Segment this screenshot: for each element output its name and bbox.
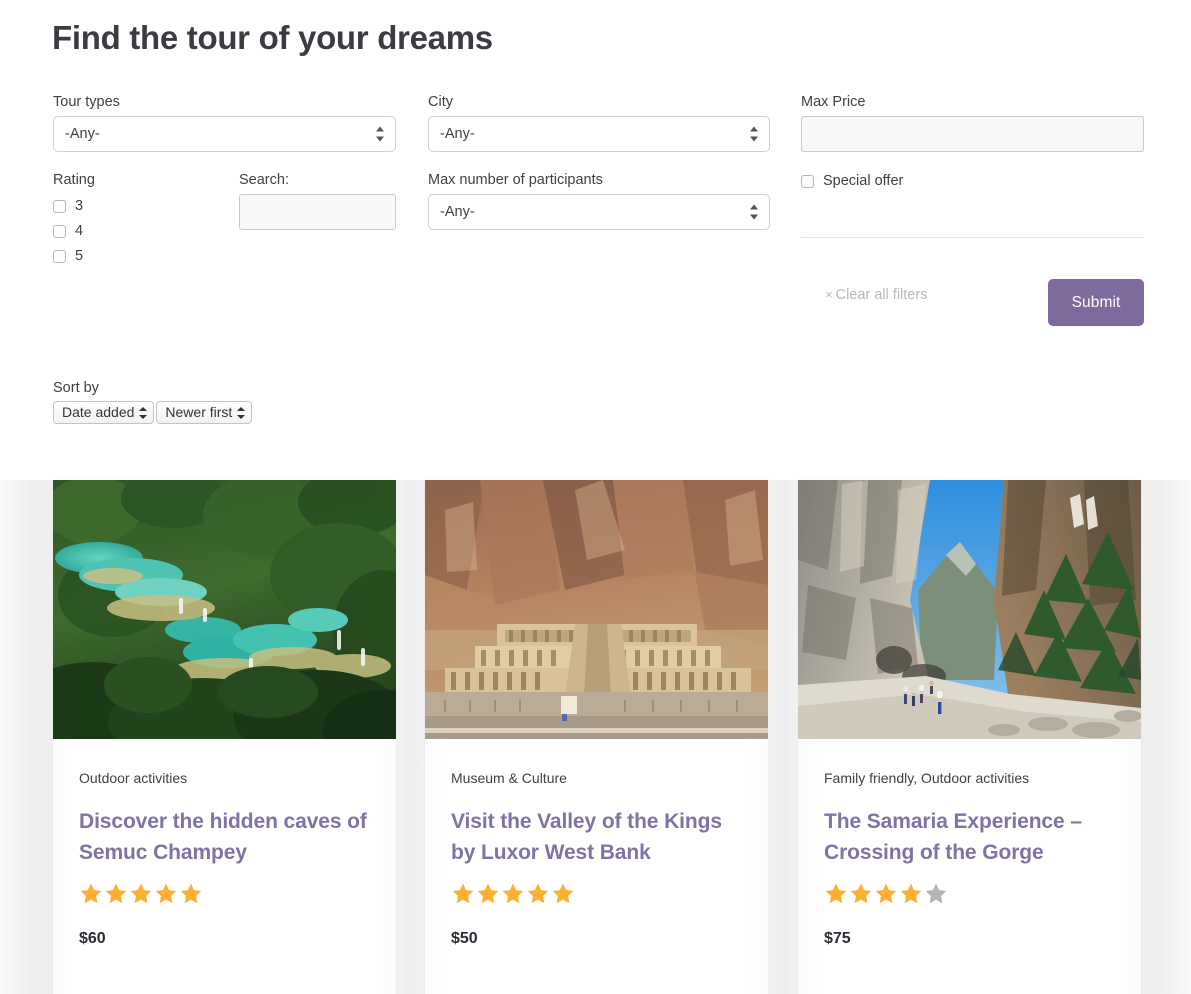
star-filled-icon — [179, 882, 203, 905]
samaria-gorge-hikers-canyon-image[interactable] — [798, 480, 1141, 739]
rating-option-4-label: 4 — [75, 222, 83, 240]
star-empty-icon — [924, 882, 948, 905]
filter-special-offer[interactable]: Special offer — [801, 170, 903, 192]
tour-card-title-link[interactable]: The Samaria Experience – Crossing of the… — [824, 806, 1115, 868]
city-select[interactable]: -Any- — [428, 116, 770, 152]
star-filled-icon — [526, 882, 550, 905]
temple-of-hatshepsut-luxor-cliffs-image[interactable] — [425, 480, 768, 739]
sort-controls: Sort by Date added Newer first — [53, 378, 252, 424]
star-filled-icon — [849, 882, 873, 905]
tour-card-price: $50 — [451, 928, 742, 950]
special-offer-label: Special offer — [823, 172, 903, 190]
star-filled-icon — [129, 882, 153, 905]
rating-option-3-label: 3 — [75, 197, 83, 215]
tour-card-price: $60 — [79, 928, 370, 950]
max-participants-select-value[interactable]: -Any- — [428, 194, 770, 230]
tour-card-price: $75 — [824, 928, 1115, 950]
search-label: Search: — [239, 170, 396, 190]
grid-gutter — [0, 480, 53, 994]
select-updown-icon — [139, 406, 147, 420]
select-updown-icon — [237, 406, 245, 420]
filter-tour-types: Tour types -Any- — [53, 92, 396, 152]
filter-divider — [801, 237, 1144, 238]
tour-card-category: Museum & Culture — [451, 769, 742, 788]
rating-stars — [79, 882, 370, 906]
checkbox-icon[interactable] — [53, 225, 66, 238]
tour-search-page: Find the tour of your dreams Tour types … — [0, 0, 1191, 994]
tour-card[interactable]: Outdoor activities Discover the hidden c… — [53, 480, 396, 994]
sort-order-value: Newer first — [165, 404, 232, 420]
checkbox-icon[interactable] — [53, 250, 66, 263]
results-grid: Outdoor activities Discover the hidden c… — [0, 452, 1191, 994]
page-title: Find the tour of your dreams — [52, 16, 493, 60]
checkbox-icon[interactable] — [801, 175, 814, 188]
rating-stars — [824, 882, 1115, 906]
star-filled-icon — [476, 882, 500, 905]
sort-field-value: Date added — [62, 404, 134, 420]
tour-card[interactable]: Museum & Culture Visit the Valley of the… — [425, 480, 768, 994]
star-filled-icon — [551, 882, 575, 905]
sort-order-select[interactable]: Newer first — [156, 401, 252, 424]
sort-by-label: Sort by — [53, 378, 252, 398]
tour-card-title-link[interactable]: Visit the Valley of the Kings by Luxor W… — [451, 806, 742, 868]
max-participants-select[interactable]: -Any- — [428, 194, 770, 230]
rating-option-5-label: 5 — [75, 247, 83, 265]
tour-card-category: Outdoor activities — [79, 769, 370, 788]
sort-field-select[interactable]: Date added — [53, 401, 154, 424]
submit-button[interactable]: Submit — [1048, 279, 1144, 326]
star-filled-icon — [501, 882, 525, 905]
tour-types-select-value[interactable]: -Any- — [53, 116, 396, 152]
star-filled-icon — [874, 882, 898, 905]
filter-search: Search: — [239, 170, 396, 230]
max-price-input[interactable] — [801, 116, 1144, 152]
star-filled-icon — [104, 882, 128, 905]
city-label: City — [428, 92, 770, 112]
clear-all-filters-label: Clear all filters — [836, 287, 928, 303]
semuc-champey-turquoise-pools-jungle-image[interactable] — [53, 480, 396, 739]
max-price-label: Max Price — [801, 92, 1144, 112]
star-filled-icon — [79, 882, 103, 905]
city-select-value[interactable]: -Any- — [428, 116, 770, 152]
grid-gutter — [768, 480, 798, 994]
close-icon: × — [825, 287, 833, 302]
star-filled-icon — [824, 882, 848, 905]
rating-option-5[interactable]: 5 — [53, 244, 396, 268]
clear-all-filters-link[interactable]: ×Clear all filters — [825, 285, 927, 305]
filter-max-price: Max Price — [801, 92, 1144, 152]
tour-card-title-link[interactable]: Discover the hidden caves of Semuc Champ… — [79, 806, 370, 868]
search-input[interactable] — [239, 194, 396, 230]
filter-max-participants: Max number of participants -Any- — [428, 170, 770, 230]
grid-gutter — [396, 480, 426, 994]
tour-types-label: Tour types — [53, 92, 396, 112]
star-filled-icon — [899, 882, 923, 905]
checkbox-icon[interactable] — [53, 200, 66, 213]
tour-types-select[interactable]: -Any- — [53, 116, 396, 152]
star-filled-icon — [154, 882, 178, 905]
max-participants-label: Max number of participants — [428, 170, 770, 190]
star-filled-icon — [451, 882, 475, 905]
tour-card-category: Family friendly, Outdoor activities — [824, 769, 1115, 788]
grid-gutter — [1141, 480, 1191, 994]
rating-stars — [451, 882, 742, 906]
filter-city: City -Any- — [428, 92, 770, 152]
tour-card[interactable]: Family friendly, Outdoor activities The … — [798, 480, 1141, 994]
